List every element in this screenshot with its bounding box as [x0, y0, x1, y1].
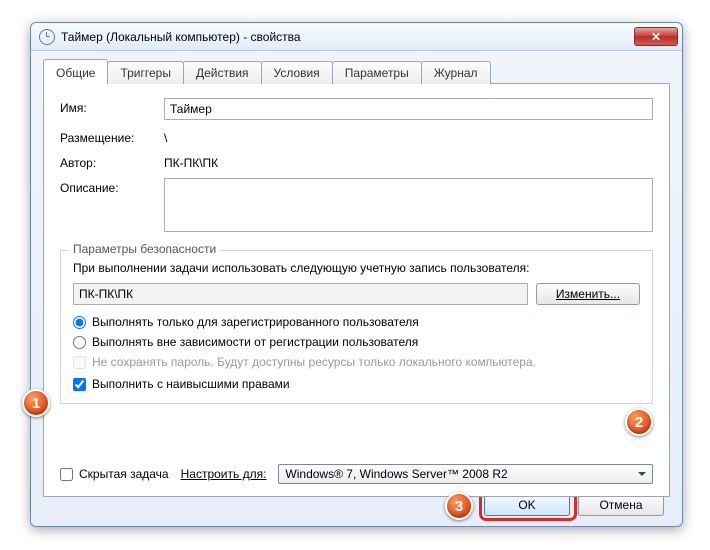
annotation-marker-2: 2 [625, 408, 653, 436]
configure-row: Скрытая задача Настроить для: Windows® 7… [60, 464, 653, 484]
tab-actions[interactable]: Действия [183, 61, 262, 84]
account-field: ПК-ПК\ПК [73, 283, 528, 305]
tab-general[interactable]: Общие [43, 59, 108, 84]
ok-button[interactable]: OK [484, 494, 570, 516]
tab-triggers[interactable]: Триггеры [107, 61, 184, 84]
tab-conditions[interactable]: Условия [261, 61, 333, 84]
client-area: Общие Триггеры Действия Условия Параметр… [31, 51, 682, 509]
tab-settings[interactable]: Параметры [332, 61, 422, 84]
description-input[interactable] [164, 178, 653, 232]
close-button[interactable]: ✕ [634, 27, 678, 46]
author-value: ПК-ПК\ПК [164, 153, 218, 170]
change-user-button[interactable]: Изменить... [536, 283, 640, 305]
no-password-checkbox [73, 356, 86, 369]
description-label: Описание: [60, 178, 164, 195]
run-not-logged-label: Выполнять вне зависимости от регистрации… [92, 335, 418, 349]
annotation-marker-1: 1 [22, 389, 50, 417]
configure-for-label: Настроить для: [181, 467, 267, 481]
hidden-task-checkbox[interactable] [60, 468, 73, 481]
dialog-buttons: OK Отмена [484, 494, 664, 516]
account-prompt: При выполнении задачи использовать следу… [73, 261, 640, 275]
run-logged-on-label: Выполнять только для зарегистрированного… [92, 315, 419, 329]
tab-strip: Общие Триггеры Действия Условия Параметр… [43, 61, 670, 84]
clock-icon [39, 29, 55, 45]
no-password-label: Не сохранять пароль. Будут доступны ресу… [92, 355, 536, 369]
security-groupbox: Параметры безопасности При выполнении за… [60, 250, 653, 404]
titlebar[interactable]: Таймер (Локальный компьютер) - свойства … [31, 23, 682, 51]
cancel-button[interactable]: Отмена [578, 494, 664, 516]
run-logged-on-radio[interactable] [73, 316, 86, 329]
highest-priv-checkbox[interactable] [73, 378, 86, 391]
location-label: Размещение: [60, 128, 164, 145]
name-label: Имя: [60, 98, 164, 115]
configure-for-combo[interactable]: Windows® 7, Windows Server™ 2008 R2 [278, 464, 653, 484]
author-label: Автор: [60, 153, 164, 170]
run-not-logged-radio[interactable] [73, 336, 86, 349]
highest-priv-label: Выполнить с наивысшими правами [92, 377, 290, 391]
window-title: Таймер (Локальный компьютер) - свойства [61, 30, 634, 44]
security-group-title: Параметры безопасности [69, 242, 220, 256]
properties-dialog: Таймер (Локальный компьютер) - свойства … [30, 22, 683, 527]
tab-panel-general: Имя: Размещение: \ Автор: ПК-ПК\ПК Описа… [43, 83, 670, 497]
location-value: \ [164, 128, 167, 145]
close-icon: ✕ [651, 31, 661, 43]
name-input[interactable] [164, 98, 653, 120]
tab-history[interactable]: Журнал [421, 61, 491, 84]
annotation-marker-3: 3 [445, 492, 473, 520]
hidden-task-label: Скрытая задача [79, 467, 169, 481]
